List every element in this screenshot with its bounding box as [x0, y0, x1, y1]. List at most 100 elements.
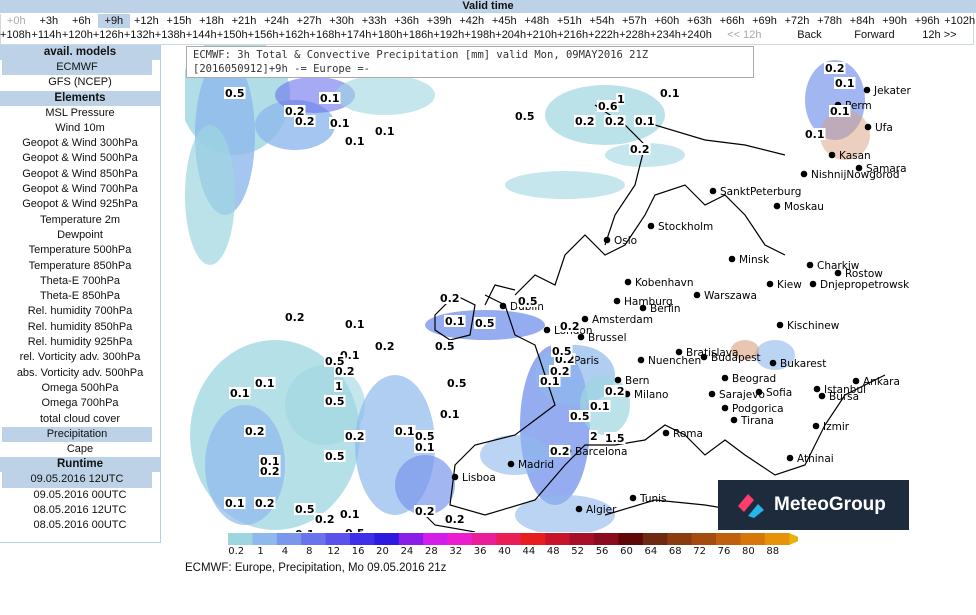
element-item[interactable]: abs. Vorticity adv. 500hPa — [0, 366, 160, 381]
time-link[interactable]: +9h — [97, 14, 131, 28]
element-item[interactable]: Geopot & Wind 500hPa — [0, 151, 160, 166]
element-item[interactable]: Geopot & Wind 300hPa — [0, 136, 160, 151]
element-item[interactable]: Geopot & Wind 850hPa — [0, 167, 160, 182]
time-link[interactable]: +126h — [93, 28, 124, 42]
time-link[interactable]: +78h — [813, 14, 846, 28]
time-link[interactable]: +216h — [557, 28, 588, 42]
precip-value-label: 0.1 — [540, 375, 560, 388]
time-link[interactable]: +120h — [62, 28, 93, 42]
element-item[interactable]: Cape — [0, 442, 160, 457]
model-item[interactable]: ECMWF — [2, 60, 152, 76]
city-dot — [813, 385, 821, 393]
time-link[interactable]: +54h — [586, 14, 619, 28]
city-dot — [709, 187, 717, 195]
element-item[interactable]: Wind 10m — [0, 121, 160, 136]
time-link[interactable]: +33h — [358, 14, 391, 28]
scale-label: 32 — [449, 546, 463, 557]
time-link[interactable]: +228h — [619, 28, 650, 42]
time-link[interactable]: +168h — [310, 28, 341, 42]
time-link[interactable]: +90h — [878, 14, 911, 28]
time-link[interactable]: +108h — [0, 28, 31, 42]
time-link[interactable]: +204h — [495, 28, 526, 42]
time-link[interactable]: +234h — [650, 28, 681, 42]
runtime-item[interactable]: 09.05.2016 00UTC — [0, 488, 160, 503]
time-link[interactable]: +57h — [618, 14, 651, 28]
time-link[interactable]: +60h — [651, 14, 684, 28]
element-item[interactable]: Temperature 850hPa — [0, 259, 160, 274]
time-link[interactable]: +30h — [325, 14, 358, 28]
precip-value-label: 0.1 — [375, 125, 395, 138]
time-link[interactable]: +69h — [748, 14, 781, 28]
color-swatch — [764, 533, 790, 545]
element-item[interactable]: Theta-E 850hPa — [0, 289, 160, 304]
time-link[interactable]: +210h — [526, 28, 557, 42]
time-link[interactable]: +138h — [155, 28, 186, 42]
time-link[interactable]: +132h — [124, 28, 155, 42]
time-link[interactable]: +27h — [293, 14, 326, 28]
element-item[interactable]: Omega 500hPa — [0, 381, 160, 396]
time-link[interactable]: +72h — [781, 14, 814, 28]
time-link[interactable]: +192h — [433, 28, 464, 42]
city-dot — [863, 86, 871, 94]
element-item[interactable]: Rel. humidity 925hPa — [0, 335, 160, 350]
time-link[interactable]: +6h — [65, 14, 98, 28]
precip-value-label: 0.2 — [315, 513, 335, 526]
element-item[interactable]: rel. Vorticity adv. 300hPa — [0, 350, 160, 365]
color-swatch — [691, 533, 717, 545]
time-link[interactable]: +102h — [943, 14, 976, 28]
city-dot — [700, 353, 708, 361]
time-link[interactable]: +12h — [130, 14, 163, 28]
time-link[interactable]: +51h — [553, 14, 586, 28]
time-link[interactable]: +48h — [521, 14, 554, 28]
element-item[interactable]: Geopot & Wind 925hPa — [0, 197, 160, 212]
runtime-item[interactable]: 09.05.2016 12UTC — [2, 472, 152, 488]
city-dot — [864, 123, 872, 131]
time-link[interactable]: +24h — [260, 14, 293, 28]
time-link[interactable]: +114h — [31, 28, 62, 42]
time-link[interactable]: +174h — [340, 28, 372, 42]
time-link[interactable]: +198h — [464, 28, 495, 42]
precip-value-label: 0.1 — [230, 387, 250, 400]
element-item[interactable]: Temperature 500hPa — [0, 243, 160, 258]
scale-label: 16 — [351, 546, 365, 557]
nav-12h-button[interactable]: 12h >> — [907, 28, 972, 42]
time-link[interactable]: +162h — [279, 28, 310, 42]
time-link[interactable]: +45h — [488, 14, 521, 28]
time-link[interactable]: +186h — [402, 28, 433, 42]
element-item[interactable]: Geopot & Wind 700hPa — [0, 182, 160, 197]
nav-back-button[interactable]: Back — [777, 28, 842, 42]
element-item[interactable]: MSL Pressure — [0, 106, 160, 121]
time-link[interactable]: +21h — [228, 14, 261, 28]
runtime-item[interactable]: 08.05.2016 00UTC — [0, 518, 160, 533]
time-link[interactable]: +144h — [186, 28, 217, 42]
element-item[interactable]: Rel. humidity 850hPa — [0, 320, 160, 335]
element-item[interactable]: Temperature 2m — [0, 213, 160, 228]
model-item[interactable]: GFS (NCEP) — [0, 75, 160, 90]
time-link[interactable]: +150h — [217, 28, 248, 42]
time-link[interactable]: +3h — [33, 14, 66, 28]
time-link[interactable]: +18h — [195, 14, 228, 28]
nav-12h-button[interactable]: << 12h — [712, 28, 777, 42]
time-link[interactable]: +63h — [683, 14, 716, 28]
runtime-item[interactable]: 08.05.2016 12UTC — [0, 503, 160, 518]
time-link[interactable]: +36h — [390, 14, 423, 28]
time-link[interactable]: +240h — [681, 28, 712, 42]
time-link[interactable]: +222h — [588, 28, 619, 42]
element-item[interactable]: Rel. humidity 700hPa — [0, 304, 160, 319]
time-link[interactable]: +96h — [911, 14, 944, 28]
time-link[interactable]: +66h — [716, 14, 749, 28]
time-link[interactable]: +42h — [455, 14, 488, 28]
element-item[interactable]: Precipitation — [2, 426, 152, 443]
element-item[interactable]: Dewpoint — [0, 228, 160, 243]
time-link[interactable]: +156h — [248, 28, 279, 42]
time-link[interactable]: +15h — [163, 14, 196, 28]
time-link[interactable]: +39h — [423, 14, 456, 28]
nav-forward-button[interactable]: Forward — [842, 28, 907, 42]
time-link[interactable]: +84h — [846, 14, 879, 28]
time-link[interactable]: +180h — [371, 28, 402, 42]
element-item[interactable]: Omega 700hPa — [0, 396, 160, 411]
element-item[interactable]: total cloud cover — [0, 412, 160, 427]
element-item[interactable]: Theta-E 700hPa — [0, 274, 160, 289]
time-link[interactable]: +0h — [0, 14, 33, 28]
city-dot — [721, 404, 729, 412]
